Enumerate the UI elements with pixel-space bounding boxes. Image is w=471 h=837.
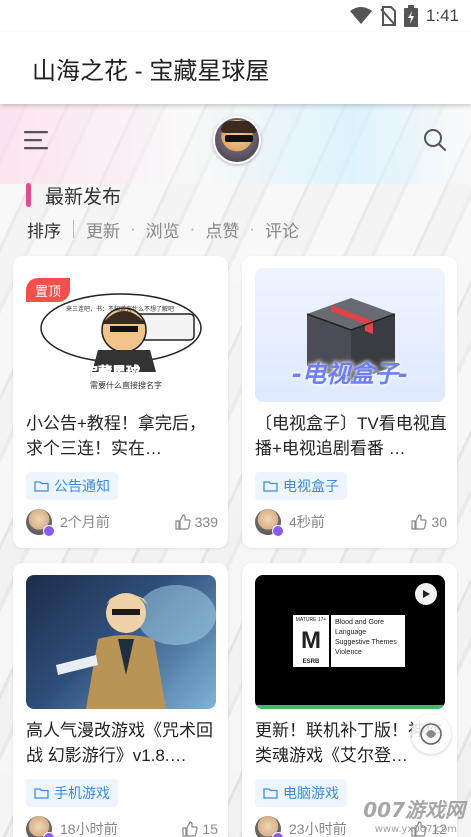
watermark-url: www.yx007.com bbox=[374, 824, 457, 835]
esrb-rating-box: MATURE 17+ M ESRB Blood and Gore Languag… bbox=[291, 613, 407, 669]
thumb-caption: -电视盒子- bbox=[292, 360, 408, 388]
sort-divider bbox=[73, 220, 74, 238]
sort-option-comments[interactable]: 评论 bbox=[265, 217, 299, 242]
author-avatar[interactable] bbox=[255, 509, 284, 537]
wifi-icon bbox=[349, 7, 372, 24]
video-thumbnail[interactable]: MATURE 17+ M ESRB Blood and Gore Languag… bbox=[255, 575, 445, 709]
section-title: 最新发布 bbox=[45, 186, 122, 208]
post-meta: 4秒前 30 bbox=[255, 508, 447, 537]
rating-descriptor: Suggestive Themes bbox=[335, 639, 397, 646]
category-tag-label: 电脑游戏 bbox=[283, 785, 339, 801]
pinned-badge: 置顶 bbox=[26, 278, 71, 302]
header-bar bbox=[0, 104, 471, 176]
sort-row: 排序 更新 · 浏览 · 点赞 · 评论 bbox=[27, 216, 299, 242]
battery-charging-icon bbox=[403, 5, 418, 27]
post-title[interactable]: 小公告+教程！拿完后，求个三连！实在… bbox=[26, 411, 218, 461]
sort-option-views[interactable]: 浏览 bbox=[146, 217, 180, 242]
sort-dot: · bbox=[189, 219, 196, 238]
status-bar: 1:41 bbox=[0, 0, 471, 32]
author-avatar[interactable] bbox=[255, 816, 284, 837]
thumb-top-text: 来三连吧，书：不知道有什么不想了解吧 bbox=[66, 307, 175, 313]
verified-badge-icon bbox=[272, 525, 284, 537]
post-time: 2个月前 bbox=[60, 514, 110, 530]
thumb-sub-text: 需要什么直接搜名字 bbox=[90, 381, 162, 390]
status-time: 1:41 bbox=[425, 6, 459, 25]
post-card[interactable]: -电视盒子- 〔电视盒子〕TV看电视直播+电视追剧看番 … 电视盒子 4秒前 3… bbox=[242, 256, 457, 548]
watermark: 007游戏网 bbox=[363, 798, 465, 822]
thumbs-up-icon[interactable] bbox=[411, 514, 428, 530]
folder-icon bbox=[34, 481, 49, 492]
sort-label[interactable]: 排序 bbox=[27, 217, 61, 242]
section-header: 最新发布 bbox=[26, 182, 121, 208]
site-avatar[interactable] bbox=[212, 116, 261, 164]
sort-option-likes[interactable]: 点赞 bbox=[205, 217, 239, 242]
post-thumbnail bbox=[26, 575, 216, 709]
folder-icon bbox=[263, 481, 278, 492]
menu-icon[interactable] bbox=[24, 129, 50, 151]
post-title[interactable]: 〔电视盒子〕TV看电视直播+电视追剧看番 … bbox=[255, 411, 447, 461]
sort-dot: · bbox=[249, 219, 256, 238]
category-tag-label: 电视盒子 bbox=[283, 478, 339, 494]
category-tag-label: 公告通知 bbox=[54, 478, 110, 494]
floating-logo-icon bbox=[420, 723, 442, 745]
sort-option-update[interactable]: 更新 bbox=[86, 217, 120, 242]
like-count: 339 bbox=[194, 514, 218, 530]
jujutsu-game-art bbox=[56, 585, 216, 709]
no-sim-icon bbox=[380, 6, 396, 26]
rating-bottom: ESRB bbox=[302, 659, 320, 665]
post-thumbnail: -电视盒子- bbox=[255, 268, 445, 402]
post-meta: 2个月前 339 bbox=[26, 508, 218, 537]
like-count: 15 bbox=[202, 821, 218, 837]
verified-badge-icon bbox=[43, 525, 55, 537]
post-time: 18小时前 bbox=[60, 821, 118, 837]
post-meta: 18小时前 15 bbox=[26, 815, 218, 837]
post-card[interactable]: 置顶 来三连吧，书：不知道有什么不想了解吧 宝藏星球 需要什么直接搜名字 小公告… bbox=[13, 256, 228, 548]
category-tag[interactable]: 电脑游戏 bbox=[255, 779, 347, 807]
floating-action-button[interactable] bbox=[411, 714, 451, 754]
play-icon[interactable] bbox=[415, 583, 437, 605]
rating-top: MATURE 17+ bbox=[295, 617, 327, 623]
category-tag[interactable]: 手机游戏 bbox=[26, 779, 118, 807]
author-avatar[interactable] bbox=[26, 816, 55, 837]
sort-dot: · bbox=[130, 219, 136, 238]
folder-icon bbox=[34, 788, 49, 799]
category-tag-label: 手机游戏 bbox=[54, 785, 110, 801]
section-accent-bar bbox=[26, 183, 31, 207]
category-tag[interactable]: 电视盒子 bbox=[255, 472, 347, 500]
thumbs-up-icon[interactable] bbox=[175, 514, 191, 530]
like-count: 30 bbox=[431, 514, 447, 530]
folder-icon bbox=[263, 788, 278, 799]
thumbs-up-icon[interactable] bbox=[182, 821, 199, 837]
rating-descriptor: Language bbox=[335, 629, 367, 636]
post-title[interactable]: 高人气漫改游戏《咒术回战 幻影游行》v1.8.… bbox=[26, 718, 218, 768]
post-time: 4秒前 bbox=[289, 514, 325, 530]
post-card[interactable]: 高人气漫改游戏《咒术回战 幻影游行》v1.8.… 手机游戏 18小时前 15 bbox=[13, 563, 228, 837]
app-title: 山海之花 - 宝藏星球屋 bbox=[32, 57, 270, 85]
thumb-brand-text: 宝藏星球 bbox=[84, 364, 141, 381]
rating-descriptor: Blood and Gore bbox=[335, 619, 385, 626]
post-time: 23小时前 bbox=[289, 821, 347, 837]
verified-badge-icon bbox=[272, 832, 284, 837]
author-avatar[interactable] bbox=[26, 509, 55, 537]
rating-letter: M bbox=[301, 627, 321, 654]
verified-badge-icon bbox=[43, 832, 55, 837]
app-title-bar: 山海之花 - 宝藏星球屋 bbox=[0, 32, 471, 104]
search-icon[interactable] bbox=[423, 128, 447, 152]
category-tag[interactable]: 公告通知 bbox=[26, 472, 118, 500]
rating-descriptor: Violence bbox=[335, 649, 362, 656]
video-progress-bar bbox=[255, 705, 445, 709]
